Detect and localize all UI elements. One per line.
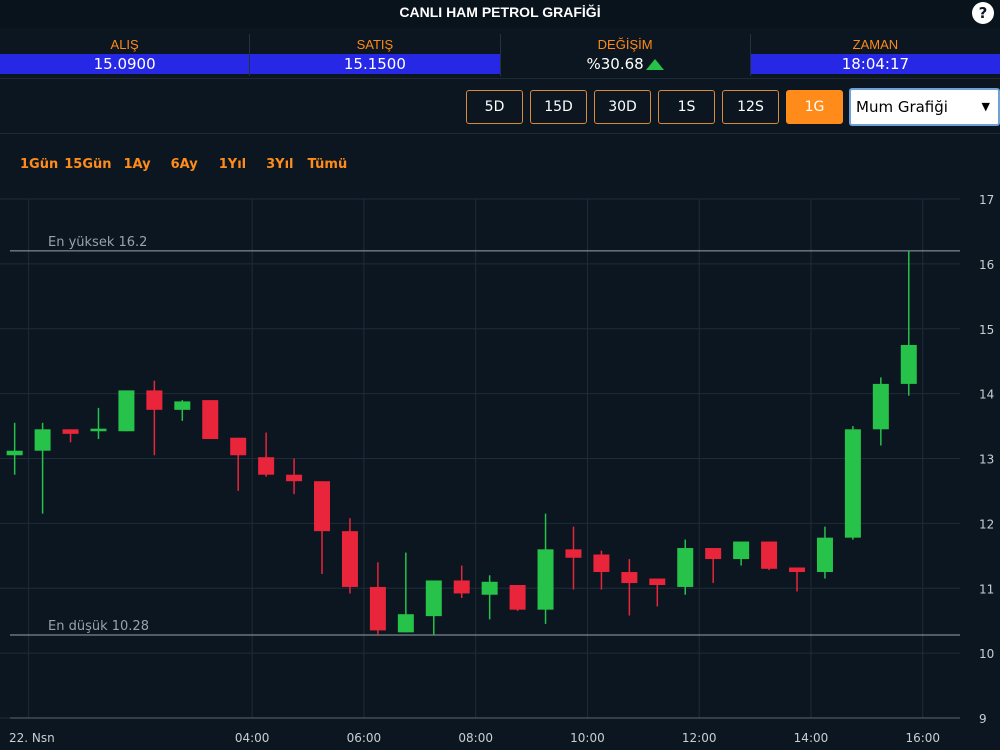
candle-body — [341, 531, 358, 587]
y-tick-label: 15 — [979, 323, 994, 337]
candle-body — [34, 429, 51, 451]
candle-body — [481, 581, 498, 595]
candle-body — [816, 537, 833, 573]
candle-body — [733, 541, 750, 560]
annotation-label: En yüksek 16.2 — [48, 235, 147, 250]
x-tick-label: 04:00 — [235, 731, 270, 745]
y-tick-label: 9 — [979, 712, 987, 726]
candle-body — [509, 585, 526, 610]
candle-body — [621, 572, 638, 584]
candle-body — [453, 580, 470, 594]
candle-body — [230, 437, 247, 456]
annotation-label: En düşük 10.28 — [48, 619, 149, 634]
candle-body — [62, 429, 79, 434]
candle-body — [677, 548, 694, 587]
y-tick-label: 14 — [979, 388, 994, 402]
candle-body — [872, 383, 889, 430]
candle-body — [314, 481, 331, 532]
candle-body — [844, 429, 861, 538]
candle-body — [6, 450, 23, 456]
candle-body — [174, 401, 191, 410]
candle-body — [425, 580, 442, 617]
candle-body — [90, 428, 107, 432]
y-tick-label: 10 — [979, 647, 994, 661]
candle-body — [146, 390, 163, 410]
candle-body — [649, 578, 666, 586]
y-tick-label: 13 — [979, 453, 994, 467]
candle-body — [761, 541, 778, 569]
candle-body — [705, 548, 722, 560]
y-tick-label: 16 — [979, 258, 994, 272]
y-tick-label: 11 — [979, 582, 994, 596]
x-tick-label: 14:00 — [794, 731, 829, 745]
candle-body — [286, 474, 303, 482]
x-tick-label: 10:00 — [570, 731, 605, 745]
candle-body — [202, 400, 219, 440]
x-tick-label: 12:00 — [682, 731, 717, 745]
candle-body — [118, 390, 135, 432]
candle-body — [369, 586, 386, 631]
candle-body — [593, 554, 610, 573]
candlestick-chart[interactable]: 9 10 11 12 13 14 15 16 17 22. Nsn 04:00 06:00 08:00 1… — [0, 0, 1000, 750]
candle-body — [565, 549, 582, 558]
x-tick-label: 08:00 — [458, 731, 493, 745]
candle-body — [900, 344, 917, 384]
candle-body — [258, 457, 275, 475]
y-tick-label: 17 — [979, 193, 994, 207]
candle-body — [537, 549, 554, 610]
x-tick-label: 22. Nsn — [9, 731, 55, 745]
x-tick-label: 16:00 — [905, 731, 940, 745]
candle-body — [397, 614, 414, 633]
candle-body — [789, 567, 806, 573]
x-tick-label: 06:00 — [347, 731, 382, 745]
y-tick-label: 12 — [979, 517, 994, 531]
